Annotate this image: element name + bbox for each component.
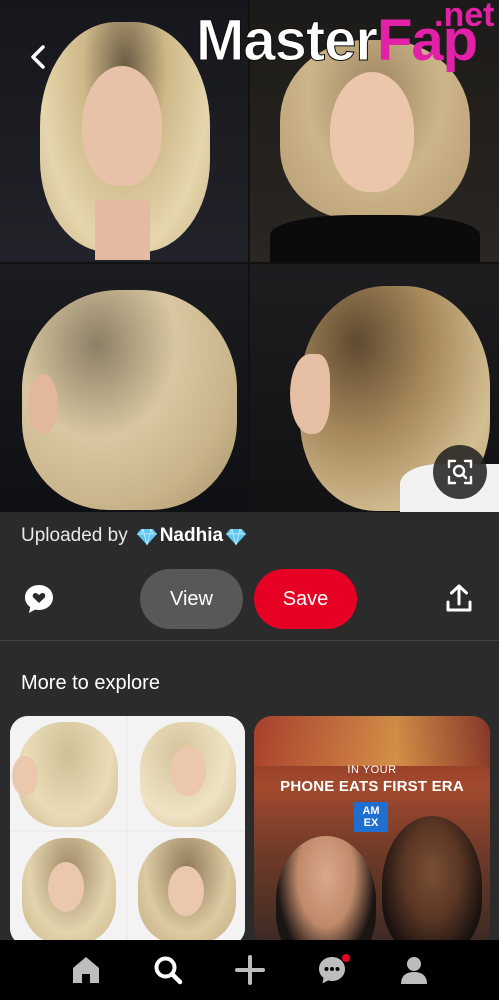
nav-messages[interactable]: [312, 950, 352, 990]
collage-photo: [128, 716, 245, 830]
watermark-tld: .net: [434, 0, 495, 34]
site-watermark: Master Fap .net: [196, 0, 495, 80]
view-button[interactable]: View: [140, 569, 243, 629]
nav-home[interactable]: [66, 950, 106, 990]
ad-headline: PHONE EATS FIRST ERA: [280, 778, 464, 795]
collage-photo: [10, 832, 126, 946]
save-button[interactable]: Save: [254, 569, 357, 629]
ad-person-right: [382, 816, 482, 946]
back-button[interactable]: [22, 40, 56, 74]
nav-profile[interactable]: [394, 950, 434, 990]
notification-dot: [342, 954, 350, 962]
gem-icon: [136, 528, 157, 546]
amex-logo: AM EX: [354, 802, 388, 832]
pin-detail-screen: Master Fap .net Uploaded by Nadhia View S…: [0, 0, 499, 1000]
uploaded-by-label: Uploaded by: [21, 525, 128, 546]
share-button[interactable]: [442, 582, 476, 616]
explore-card-hairstyles[interactable]: [10, 716, 245, 946]
home-icon: [73, 957, 99, 983]
nav-create[interactable]: [230, 950, 270, 990]
uploader-line: Uploaded by Nadhia: [21, 522, 247, 550]
visual-search-icon: [447, 459, 473, 485]
hair-photo-side-1: [0, 264, 248, 512]
pin-image[interactable]: Master Fap .net: [0, 0, 499, 512]
collage-photo: [128, 832, 245, 946]
bottom-nav: [0, 940, 499, 1000]
gem-icon: [226, 528, 247, 546]
ad-kicker: IN YOUR: [347, 764, 397, 776]
comment-heart-icon: [25, 585, 53, 613]
uploader-name[interactable]: Nadhia: [160, 525, 223, 547]
add-icon: [235, 955, 265, 985]
more-to-explore-heading: More to explore: [21, 672, 160, 694]
explore-card-ad[interactable]: IN YOUR PHONE EATS FIRST ERA AM EX: [254, 716, 490, 946]
visual-search-button[interactable]: [433, 445, 487, 499]
ad-sign: [254, 716, 490, 766]
comment-button[interactable]: [22, 582, 56, 616]
search-icon: [154, 956, 183, 985]
chevron-left-icon: [31, 45, 45, 69]
share-icon: [446, 584, 472, 612]
nav-search[interactable]: [148, 950, 188, 990]
profile-icon: [401, 957, 427, 984]
section-divider: [0, 640, 499, 641]
watermark-main: Master: [196, 8, 379, 74]
collage-photo: [10, 716, 126, 830]
